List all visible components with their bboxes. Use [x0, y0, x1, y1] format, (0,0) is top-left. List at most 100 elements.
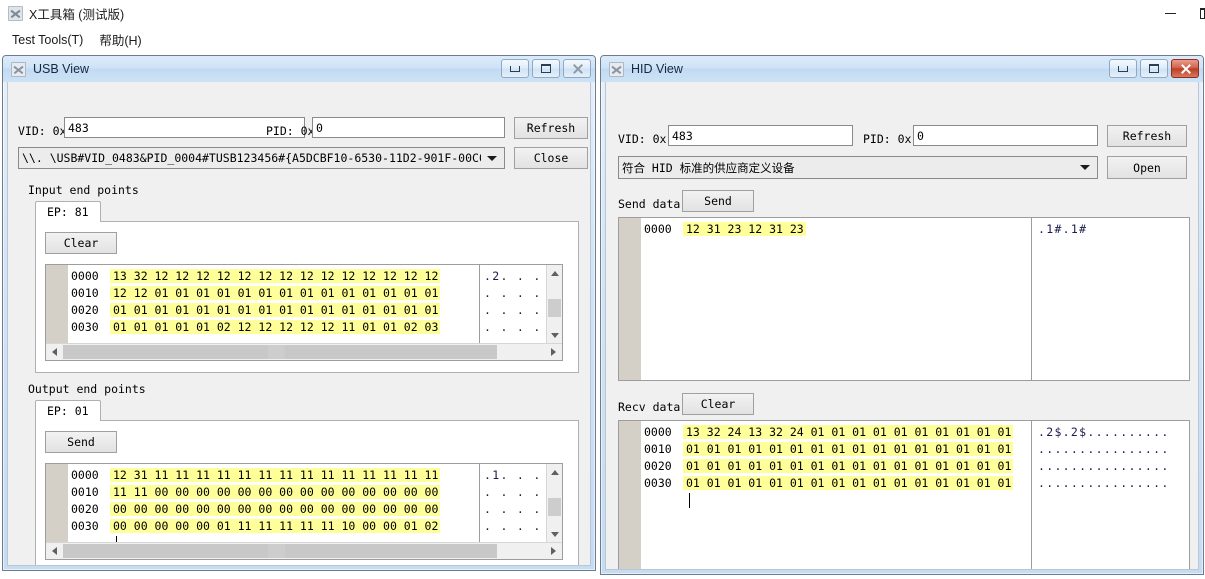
hex-bytes: 13 32 24 13 32 24 01 01 01 01 01 01 01 0… [683, 424, 1014, 439]
usb-view-minimize-button[interactable] [501, 59, 529, 78]
chevron-down-icon [550, 531, 559, 537]
vscroll-thumb[interactable] [548, 299, 561, 317]
hex-row: 0030 01 01 01 01 01 01 01 01 01 01 01 01… [641, 474, 1014, 491]
input-tabpage: Clear 0000 13 32 12 12 12 12 12 12 12 12… [35, 221, 579, 373]
output-tabpage: Send 0000 12 31 11 11 11 11 11 11 11 11 … [35, 420, 579, 565]
input-hex-view[interactable]: 0000 13 32 12 12 12 12 12 12 12 12 12 12… [45, 264, 563, 361]
scroll-right-button[interactable] [545, 543, 562, 559]
output-send-button[interactable]: Send [45, 431, 117, 453]
ascii-row: ................ [1038, 458, 1170, 473]
tab-ep-81[interactable]: EP: 81 [35, 201, 101, 222]
usb-view-maximize-button[interactable] [532, 59, 560, 78]
hid-recv-hex-view[interactable]: 0000 13 32 24 13 32 24 01 01 01 01 01 01… [618, 420, 1190, 569]
minimize-icon [1118, 65, 1128, 72]
app-maximize-button[interactable] [1193, 0, 1205, 27]
output-hex-view[interactable]: 0000 12 31 11 11 11 11 11 11 11 11 11 11… [45, 463, 563, 560]
hid-recv-clear-button[interactable]: Clear [682, 393, 754, 415]
hex-row: 0020 00 00 00 00 00 00 00 00 00 00 00 00… [68, 500, 441, 517]
output-endpoints-label: Output end points [28, 382, 146, 396]
scroll-down-button[interactable] [547, 526, 562, 542]
ascii-row: . . . . . . . . . [484, 302, 544, 317]
close-icon [572, 63, 583, 74]
vscroll-track[interactable] [547, 281, 562, 327]
minimize-icon [510, 65, 520, 72]
hid-recv-hex-rows: 0000 13 32 24 13 32 24 01 01 01 01 01 01… [641, 423, 1014, 491]
tab-ep-01[interactable]: EP: 01 [35, 400, 101, 421]
vscroll-track[interactable] [547, 480, 562, 526]
hscroll-thumb[interactable] [268, 345, 285, 359]
minimize-icon [1164, 12, 1176, 15]
hid-view-body: VID: 0x 483 PID: 0x 0 Refresh 符合 HID 标准的… [605, 82, 1199, 570]
hid-recv-hex-bytes-pane[interactable]: 0000 13 32 24 13 32 24 01 01 01 01 01 01… [641, 421, 1031, 569]
menu-item-test-tools[interactable]: Test Tools(T) [4, 30, 91, 50]
hex-bytes: 01 01 01 01 01 01 01 01 01 01 01 01 01 0… [110, 302, 441, 317]
ascii-row: . . . . . . . . . [484, 484, 544, 499]
hex-bytes: 01 01 01 01 01 02 12 12 12 12 12 11 01 0… [110, 319, 441, 334]
hid-refresh-button[interactable]: Refresh [1107, 125, 1187, 147]
scroll-up-button[interactable] [547, 265, 562, 281]
hex-offset: 0010 [71, 285, 99, 300]
hex-offset: 0010 [644, 441, 672, 456]
hid-vid-input[interactable]: 483 [668, 125, 853, 146]
scroll-up-button[interactable] [547, 464, 562, 480]
hid-device-combo[interactable]: 符合 HID 标准的供应商定义设备 [618, 156, 1098, 179]
hid-send-hex-main: 0000 12 31 23 12 31 23 .1#.1# [641, 218, 1189, 380]
hex-bytes: 11 11 00 00 00 00 00 00 00 00 00 00 00 0… [110, 484, 441, 499]
app-minimize-button[interactable] [1147, 0, 1193, 27]
hscroll-thumb[interactable] [268, 544, 285, 558]
hid-open-button[interactable]: Open [1107, 156, 1187, 179]
scroll-down-button[interactable] [547, 327, 562, 343]
hid-send-hex-view[interactable]: 0000 12 31 23 12 31 23 .1#.1# [618, 217, 1190, 381]
usb-view-close-button[interactable] [563, 59, 591, 78]
hex-bytes: 01 01 01 01 01 01 01 01 01 01 01 01 01 0… [683, 475, 1014, 490]
hex-row: 0020 01 01 01 01 01 01 01 01 01 01 01 01… [68, 301, 441, 318]
usb-vid-label: VID: 0x [18, 124, 67, 138]
ascii-row: .1. . . . . . . . [484, 467, 544, 482]
hid-view-titlebar[interactable]: HID View [601, 56, 1203, 82]
hex-offset: 0000 [644, 221, 672, 236]
hscroll-track[interactable] [63, 344, 545, 360]
output-hex-vscrollbar[interactable] [546, 464, 562, 542]
usb-view-body: VID: 0x 483 PID: 0x 0 Refresh \\. \USB#V… [7, 82, 591, 566]
hid-view-minimize-button[interactable] [1109, 59, 1137, 78]
scroll-right-button[interactable] [545, 344, 562, 360]
hex-offset: 0000 [71, 268, 99, 283]
input-hex-rows: 0000 13 32 12 12 12 12 12 12 12 12 12 12… [68, 267, 441, 335]
input-hex-hscrollbar[interactable] [46, 343, 562, 360]
output-tabstrip: EP: 01 [35, 400, 101, 421]
hid-pid-input[interactable]: 0 [913, 125, 1098, 146]
hex-offset: 0010 [71, 484, 99, 499]
scroll-left-button[interactable] [46, 543, 63, 559]
hex-row: 0000 12 31 11 11 11 11 11 11 11 11 11 11… [68, 466, 441, 483]
hid-recv-ascii-rows: .2$.2$.......... ................ ......… [1038, 423, 1170, 491]
input-endpoints-tabcontrol: EP: 81 Clear 0000 13 32 12 12 12 12 12 1… [35, 201, 579, 373]
vscroll-thumb[interactable] [548, 498, 561, 516]
input-ascii-rows: .2. . . . . . . . . . . . . . . . . . . … [484, 267, 544, 335]
input-hex-vscrollbar[interactable] [546, 265, 562, 343]
hid-send-hex-ascii-pane: .1#.1# [1031, 218, 1189, 380]
hscroll-track[interactable] [63, 543, 545, 559]
usb-refresh-button[interactable]: Refresh [514, 117, 588, 139]
scroll-left-button[interactable] [46, 344, 63, 360]
hex-offset: 0020 [71, 501, 99, 516]
usb-pid-input[interactable]: 0 [312, 117, 505, 138]
hid-view-window[interactable]: HID View VID: 0x 483 PID: 0x 0 Refresh 符… [600, 55, 1204, 575]
usb-close-button[interactable]: Close [514, 147, 588, 169]
hid-send-hex-bytes-pane[interactable]: 0000 12 31 23 12 31 23 [641, 218, 1031, 380]
input-clear-button[interactable]: Clear [45, 232, 117, 254]
hid-pid-label: PID: 0x [863, 132, 912, 146]
hid-view-close-button[interactable] [1171, 59, 1199, 78]
menu-item-help[interactable]: 帮助(H) [91, 27, 149, 52]
output-hex-hscrollbar[interactable] [46, 542, 562, 559]
usb-device-path-combo[interactable]: \\. \USB#VID_0483&PID_0004#TUSB123456#{A… [18, 147, 505, 169]
maximize-icon [1200, 8, 1205, 19]
usb-view-window[interactable]: USB View VID: 0x 483 PID: 0x 0 Refresh \… [2, 55, 596, 571]
hid-recv-hex-main: 0000 13 32 24 13 32 24 01 01 01 01 01 01… [641, 421, 1189, 569]
hid-send-button[interactable]: Send [682, 190, 754, 212]
input-tabstrip: EP: 81 [35, 201, 101, 222]
hid-view-maximize-button[interactable] [1140, 59, 1168, 78]
output-ascii-rows: .1. . . . . . . . . . . . . . . . . . . … [484, 466, 544, 534]
hex-offset: 0030 [644, 475, 672, 490]
usb-view-titlebar[interactable]: USB View [3, 56, 595, 82]
hex-bytes: 00 00 00 00 00 01 11 11 11 11 11 10 00 0… [110, 518, 441, 533]
